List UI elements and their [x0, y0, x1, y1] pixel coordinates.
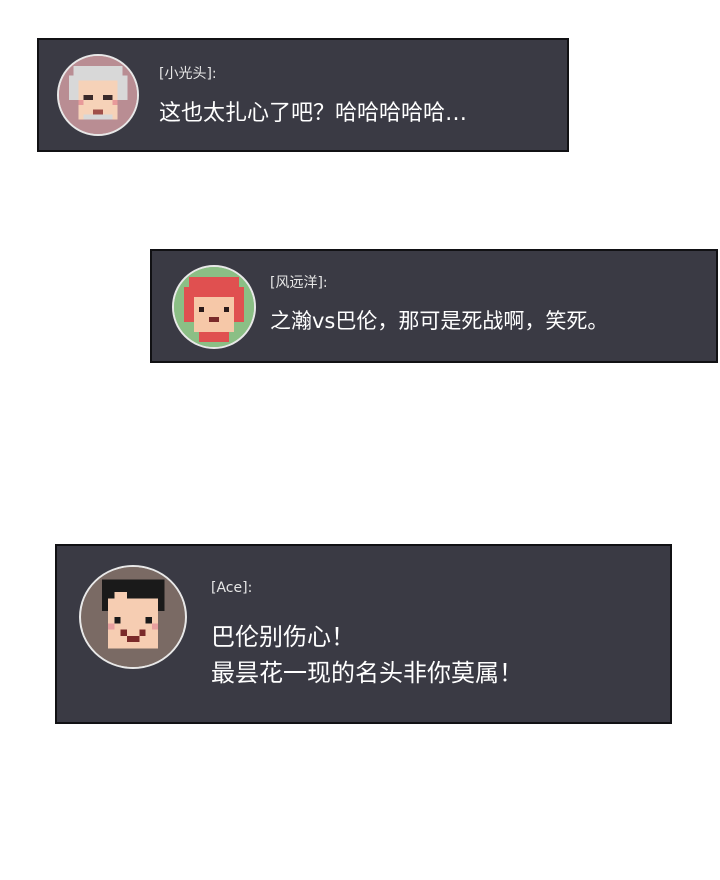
chat-bubble-1: [小光头]: 这也太扎心了吧？哈哈哈哈哈… — [37, 38, 569, 152]
red-hair-avatar-icon — [172, 265, 256, 349]
bald-elder-avatar-icon — [57, 54, 139, 136]
message-text: 之瀚vs巴伦，那可是死战啊，笑死。 — [270, 305, 608, 335]
chat-bubble-2: [风远洋]: 之瀚vs巴伦，那可是死战啊，笑死。 — [150, 249, 718, 363]
message-line: 这也太扎心了吧？哈哈哈哈哈… — [159, 101, 468, 126]
chat-bubble-3: [Ace]: 巴伦别伤心！ 最昙花一现的名头非你莫属！ — [55, 544, 672, 724]
message-line: 最昙花一现的名头非你莫属！ — [211, 659, 523, 687]
message-line: 之瀚vs巴伦，那可是死战啊，笑死。 — [270, 309, 609, 333]
message-text: 巴伦别伤心！ 最昙花一现的名头非你莫属！ — [211, 619, 523, 691]
chat-page: [小光头]: 这也太扎心了吧？哈哈哈哈哈… [风远洋]: 之瀚vs巴伦，那可是死… — [0, 0, 720, 880]
black-hair-avatar-icon — [79, 565, 187, 669]
speaker-name: [Ace]: — [211, 580, 253, 596]
speaker-name: [风远洋]: — [270, 275, 328, 291]
message-line: 巴伦别伤心！ — [211, 623, 355, 651]
speaker-name: [小光头]: — [159, 66, 217, 82]
message-text: 这也太扎心了吧？哈哈哈哈哈… — [159, 95, 467, 127]
